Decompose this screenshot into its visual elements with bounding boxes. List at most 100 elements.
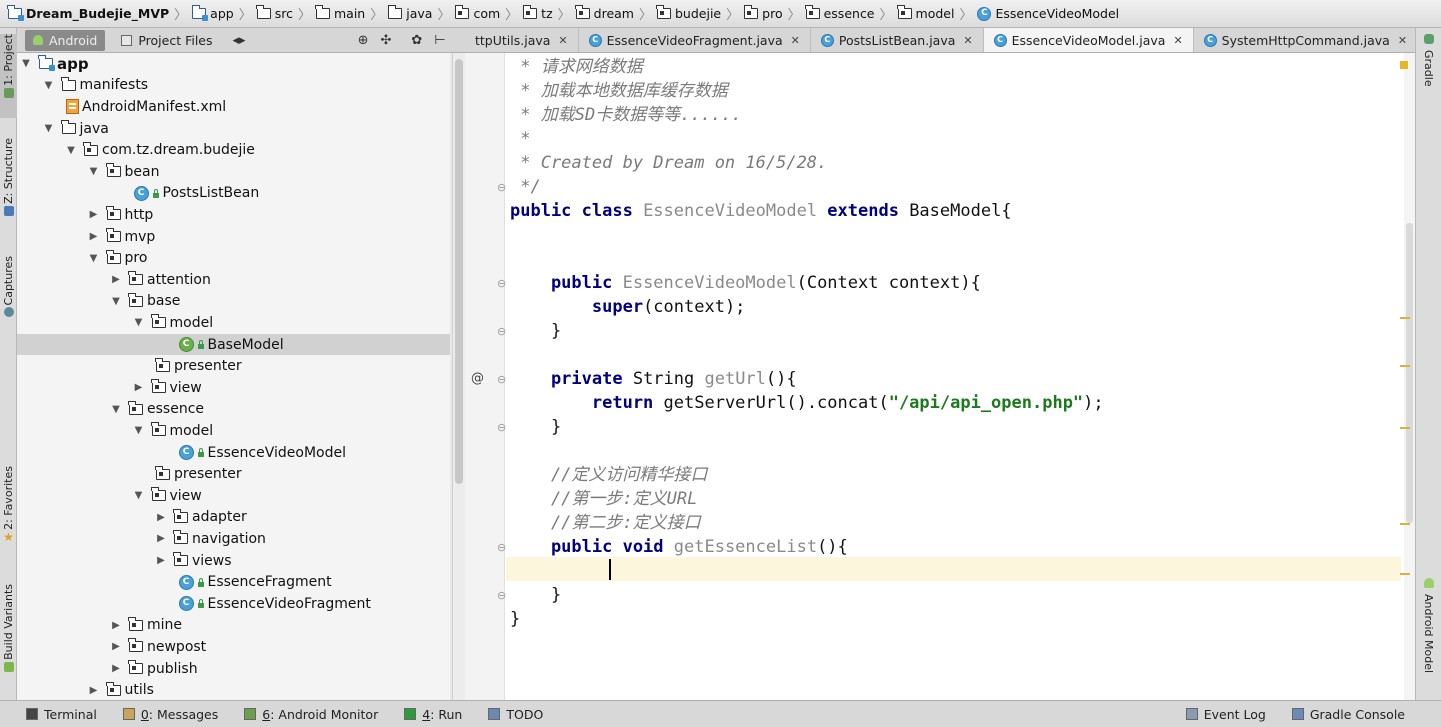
collapse-all-icon[interactable]: ✣ <box>380 33 391 48</box>
fold-marker-icon[interactable]: ⊖ <box>497 373 506 386</box>
tree-node-model[interactable]: ▼ model <box>17 312 450 334</box>
tree-node-adapter[interactable]: ▶ adapter <box>17 507 450 529</box>
expand-arrow-down-icon[interactable]: ▼ <box>134 490 144 501</box>
gradle-tool-tab[interactable]: Gradle <box>1422 50 1435 87</box>
expand-arrow-down-icon[interactable]: ▼ <box>89 253 99 264</box>
captures-tool-tab[interactable]: Captures <box>0 256 17 332</box>
tree-node-newpost[interactable]: ▶ newpost <box>17 636 450 658</box>
error-stripe-mark[interactable] <box>1400 365 1410 367</box>
expand-arrow-right-icon[interactable]: ▶ <box>89 231 99 242</box>
error-stripe-mark[interactable] <box>1400 317 1410 319</box>
tree-node-essence[interactable]: ▼ essence <box>17 399 450 421</box>
breadcrumb-item[interactable]: app <box>188 0 238 27</box>
expand-arrow-down-icon[interactable]: ▼ <box>111 296 121 307</box>
expand-arrow-right-icon[interactable]: ▶ <box>156 555 166 566</box>
expand-arrow-right-icon[interactable]: ▶ <box>111 274 121 285</box>
messages-tool-button[interactable]: 0: Messages <box>122 707 218 722</box>
project-tool-tab[interactable]: 1: Project <box>0 34 17 118</box>
breadcrumb-item[interactable]: tz <box>519 0 556 27</box>
tree-node-app[interactable]: ▼ app <box>17 53 450 75</box>
tree-node-essencefragment[interactable]: C EssenceFragment <box>17 571 450 593</box>
breadcrumb-item[interactable]: dream <box>572 0 638 27</box>
close-tab-icon[interactable]: ✕ <box>1173 34 1182 47</box>
breadcrumb-item[interactable]: main <box>312 0 369 27</box>
fold-marker-icon[interactable]: ⊖ <box>497 421 506 434</box>
tree-node-attention[interactable]: ▶ attention <box>17 269 450 291</box>
tree-node-utils[interactable]: ▶ utils <box>17 679 450 700</box>
expand-arrow-down-icon[interactable]: ▼ <box>134 425 144 436</box>
expand-arrow-right-icon[interactable]: ▶ <box>89 209 99 220</box>
tree-node-http[interactable]: ▶ http <box>17 204 450 226</box>
expand-arrow-right-icon[interactable]: ▶ <box>134 382 144 393</box>
expand-arrow-down-icon[interactable]: ▼ <box>21 58 31 69</box>
android-view-toggle[interactable]: Android <box>25 29 106 51</box>
structure-tool-tab[interactable]: Z: Structure <box>0 138 17 244</box>
editor-tab-essencevideomodel[interactable]: C EssenceVideoModel.java ✕ <box>983 28 1194 52</box>
editor-tab-ttputils[interactable]: ttpUtils.java ✕ <box>465 28 579 52</box>
project-files-view-toggle[interactable]: Project Files <box>113 30 220 51</box>
tree-node-mine[interactable]: ▶ mine <box>17 615 450 637</box>
fold-marker-icon[interactable]: ⊖ <box>497 277 506 290</box>
editor-scrollbar[interactable] <box>1404 53 1415 700</box>
breadcrumb-item[interactable]: model <box>894 0 959 27</box>
tree-node-presenter[interactable]: presenter <box>17 355 450 377</box>
close-tab-icon[interactable]: ✕ <box>791 34 800 47</box>
expand-arrow-right-icon[interactable]: ▶ <box>156 512 166 523</box>
settings-gear-icon[interactable]: ✿ <box>411 33 422 48</box>
override-marker-icon[interactable]: @ <box>471 371 484 386</box>
tree-node-mvp[interactable]: ▶ mvp <box>17 226 450 248</box>
project-tree-scroll-thumb[interactable] <box>455 59 463 484</box>
run-tool-button[interactable]: 4: Run <box>404 707 462 722</box>
breadcrumb-item[interactable]: essence <box>802 0 879 27</box>
tree-node-publish[interactable]: ▶ publish <box>17 658 450 680</box>
favorites-tool-tab[interactable]: 2: Favorites ★ <box>0 466 17 556</box>
expand-arrow-right-icon[interactable]: ▶ <box>156 533 166 544</box>
error-stripe-mark[interactable] <box>1400 573 1410 575</box>
editor-tab-postslistbean[interactable]: C PostsListBean.java ✕ <box>811 28 984 52</box>
breadcrumb-item[interactable]: Dream_Budejie_MVP <box>4 0 173 27</box>
tree-node-model[interactable]: ▼ model <box>17 420 450 442</box>
breadcrumb-item[interactable]: C EssenceVideoModel <box>973 0 1123 27</box>
tree-node-androidmanifest-xml[interactable]: AndroidManifest.xml <box>17 96 450 118</box>
breadcrumb-item[interactable]: src <box>253 0 297 27</box>
event-log-button[interactable]: Event Log <box>1185 707 1266 722</box>
breadcrumb-item[interactable]: pro <box>740 0 786 27</box>
sync-scroll-icon[interactable]: ⊕ <box>358 33 369 48</box>
tree-node-essencevideofragment[interactable]: C EssenceVideoFragment <box>17 593 450 615</box>
tree-node-presenter[interactable]: presenter <box>17 463 450 485</box>
close-tab-icon[interactable]: ✕ <box>1398 34 1407 47</box>
close-tab-icon[interactable]: ✕ <box>963 34 972 47</box>
build-variants-tool-tab[interactable]: Build Variants <box>0 584 17 692</box>
tree-node-pro[interactable]: ▼ pro <box>17 247 450 269</box>
hide-panel-icon[interactable]: ⊢ <box>434 33 445 48</box>
expand-arrow-down-icon[interactable]: ▼ <box>111 404 121 415</box>
project-tree-scrollbar[interactable] <box>452 53 465 700</box>
expand-arrow-right-icon[interactable]: ▶ <box>111 641 121 652</box>
expand-arrow-down-icon[interactable]: ▼ <box>44 123 54 134</box>
editor-tab-essencevideofragment[interactable]: C EssenceVideoFragment.java ✕ <box>579 28 811 52</box>
tree-node-bean[interactable]: ▼ bean <box>17 161 450 183</box>
android-monitor-tool-button[interactable]: 6: Android Monitor <box>244 707 378 722</box>
editor-scroll-thumb[interactable] <box>1406 223 1413 523</box>
code-editor[interactable]: @ ⊖ ⊖ ⊖ ⊖ ⊖ ⊖ ⊖ * 请求网络数据 * 加载本地数据库缓存数据 *… <box>465 53 1415 700</box>
editor-tab-systemhttpcommand[interactable]: C SystemHttpCommand.java ✕ <box>1194 28 1415 52</box>
error-stripe-mark[interactable] <box>1400 523 1410 525</box>
gradle-console-button[interactable]: Gradle Console <box>1291 707 1405 722</box>
tree-node-view[interactable]: ▼ view <box>17 485 450 507</box>
expand-arrow-down-icon[interactable]: ▼ <box>44 80 54 91</box>
tree-node-navigation[interactable]: ▶ navigation <box>17 528 450 550</box>
close-tab-icon[interactable]: ✕ <box>558 34 567 47</box>
view-switch-arrows-icon[interactable]: ◂▸ <box>233 33 246 48</box>
tree-node-view[interactable]: ▶ view <box>17 377 450 399</box>
fold-marker-icon[interactable]: ⊖ <box>497 541 506 554</box>
expand-arrow-down-icon[interactable]: ▼ <box>134 317 144 328</box>
fold-marker-icon[interactable]: ⊖ <box>497 181 506 194</box>
android-model-tool-tab[interactable]: Android Model <box>1422 594 1435 673</box>
warning-indicator-icon[interactable] <box>1400 61 1408 69</box>
expand-arrow-right-icon[interactable]: ▶ <box>111 620 121 631</box>
todo-tool-button[interactable]: TODO <box>488 707 543 722</box>
breadcrumb-item[interactable]: budejie <box>653 0 725 27</box>
expand-arrow-down-icon[interactable]: ▼ <box>66 145 76 156</box>
tree-node-base[interactable]: ▼ base <box>17 291 450 313</box>
tree-node-com-tz-dream-budejie[interactable]: ▼ com.tz.dream.budejie <box>17 139 450 161</box>
